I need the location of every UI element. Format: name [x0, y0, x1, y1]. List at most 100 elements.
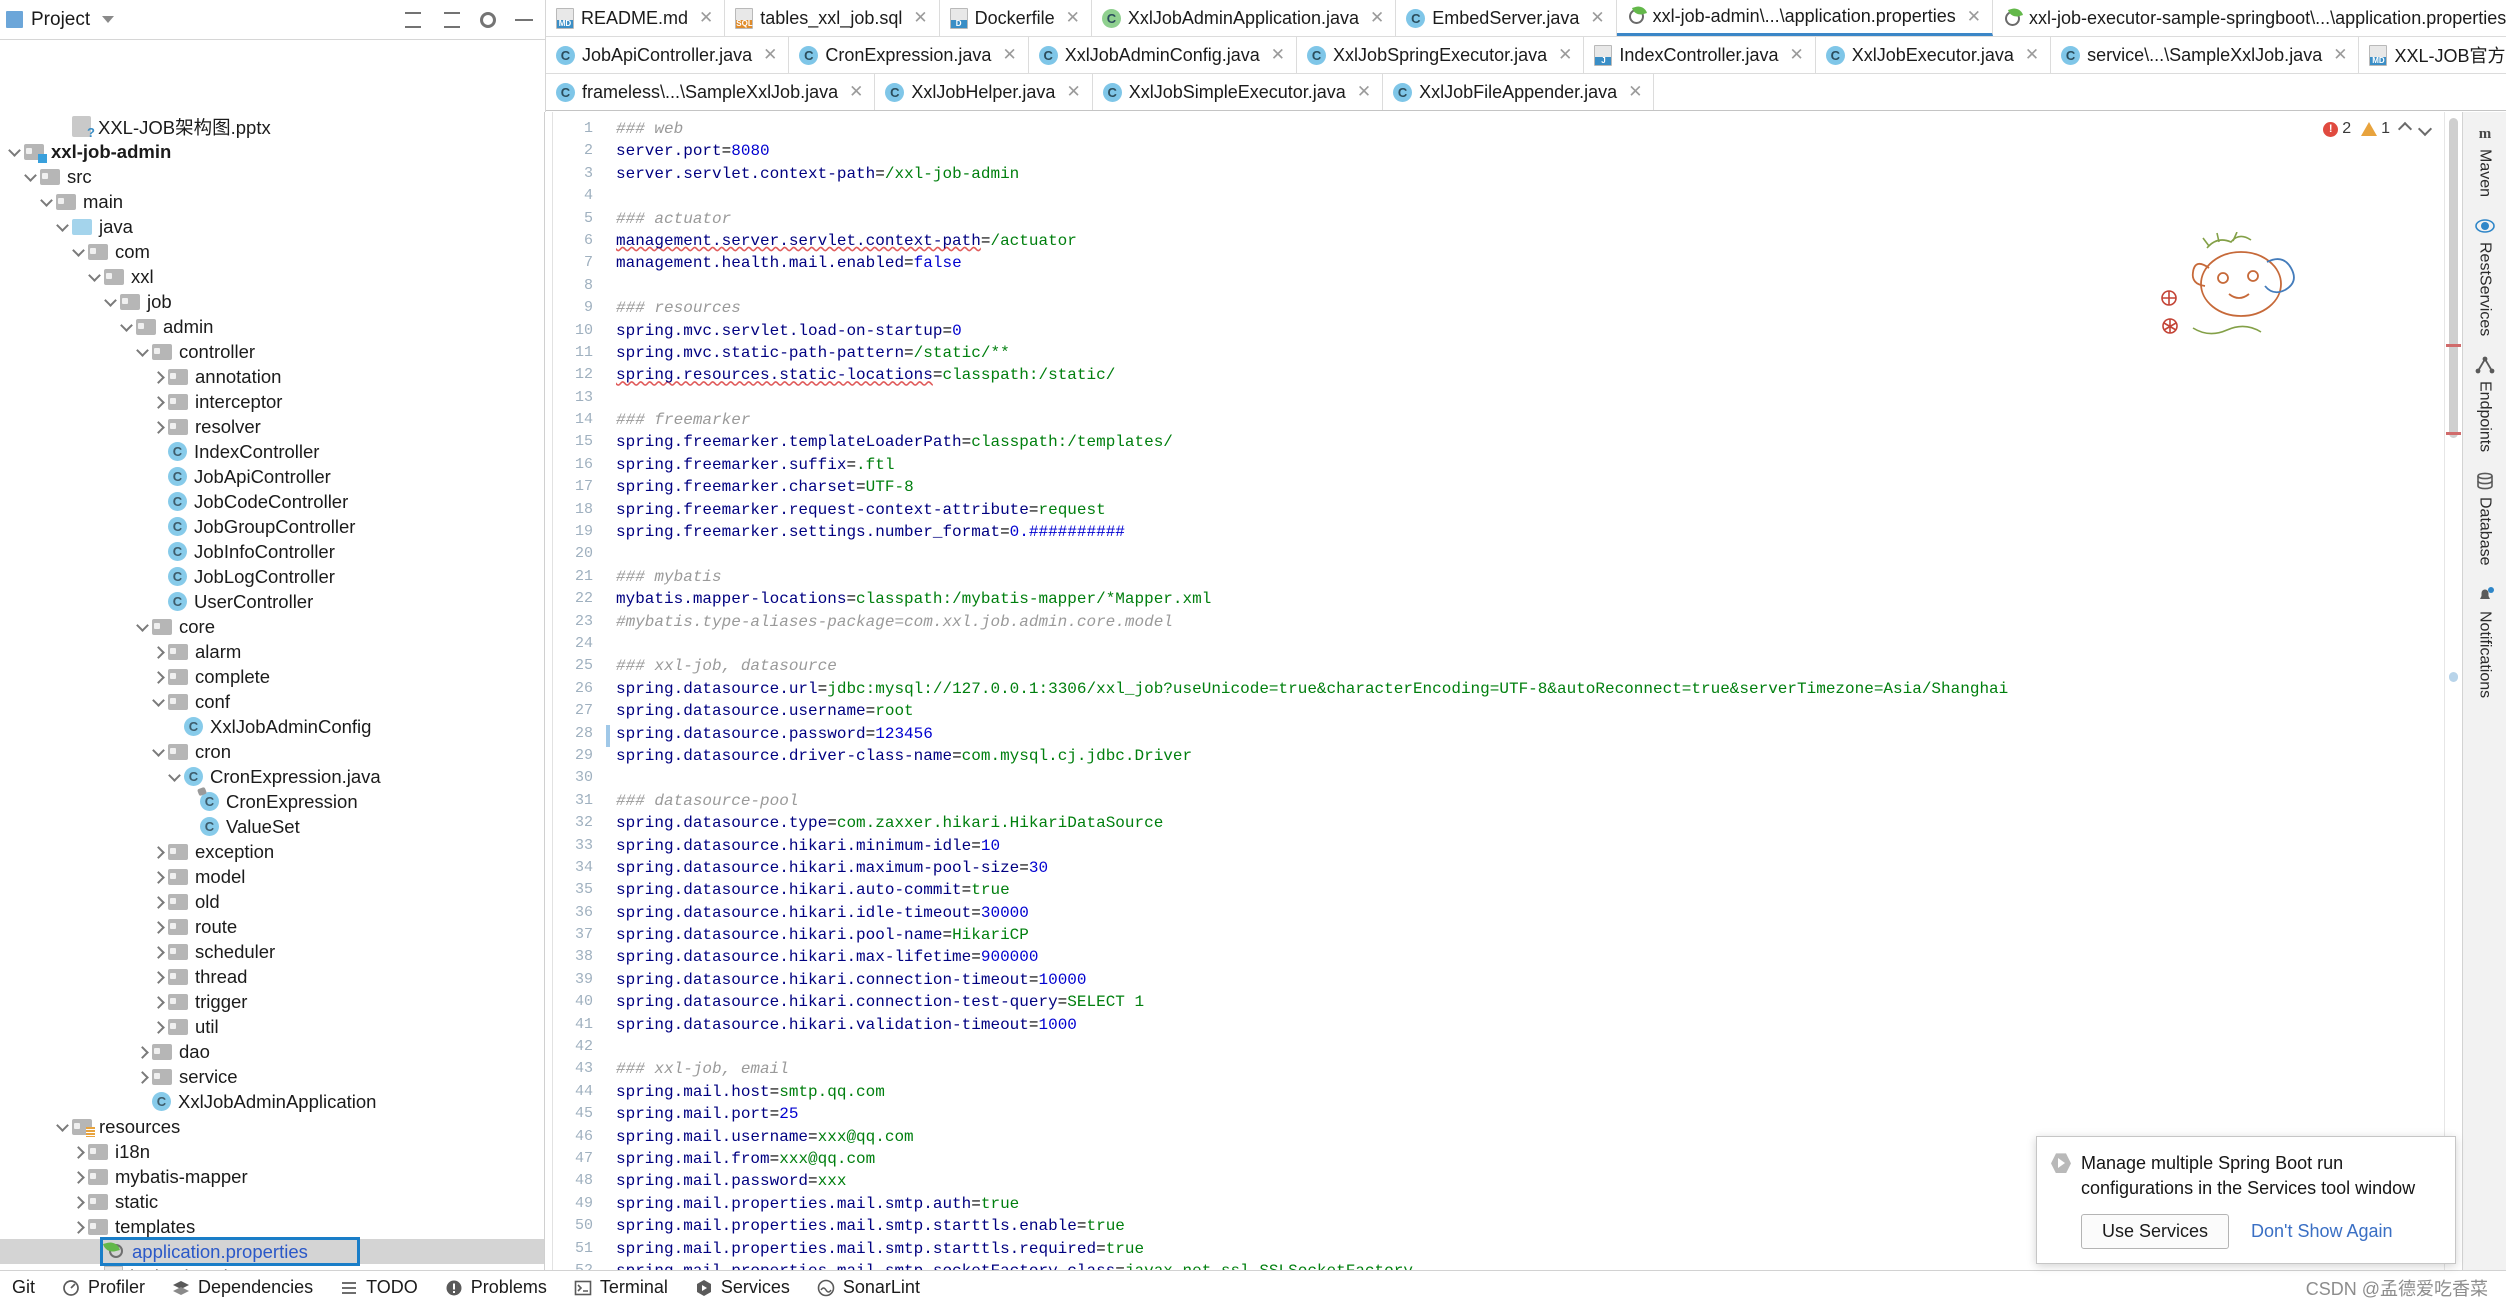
rail-item[interactable]: m Maven: [2474, 122, 2496, 197]
tree-item[interactable]: C JobApiController: [0, 464, 544, 489]
tree-item[interactable]: util: [0, 1014, 544, 1039]
tree-item[interactable]: C ValueSet: [0, 814, 544, 839]
editor-tab[interactable]: IndexController.java ✕: [1584, 37, 1816, 73]
code-line[interactable]: 21 ### mybatis: [553, 568, 2444, 590]
code-line[interactable]: 37 spring.datasource.hikari.pool-name=Hik…: [553, 926, 2444, 948]
tree-item[interactable]: annotation: [0, 364, 544, 389]
code-line[interactable]: 28 spring.datasource.password=123456: [553, 725, 2444, 747]
expand-all-icon[interactable]: [441, 9, 463, 31]
code-line[interactable]: 24: [553, 635, 2444, 657]
chevron-right-icon[interactable]: [150, 393, 168, 411]
chevron-right-icon[interactable]: [70, 1193, 88, 1211]
code-line[interactable]: 29 spring.datasource.driver-class-name=co…: [553, 747, 2444, 769]
chevron-down-icon[interactable]: [38, 193, 56, 211]
code-line[interactable]: 34 spring.datasource.hikari.maximum-pool-…: [553, 859, 2444, 881]
chevron-right-icon[interactable]: [150, 943, 168, 961]
tree-item[interactable]: C JobCodeController: [0, 489, 544, 514]
close-tab-icon[interactable]: ✕: [763, 45, 777, 65]
code-line[interactable]: 36 spring.datasource.hikari.idle-timeout=…: [553, 904, 2444, 926]
code-line[interactable]: 40 spring.datasource.hikari.connection-te…: [553, 993, 2444, 1015]
tree-item[interactable]: C CronExpression: [0, 789, 544, 814]
close-tab-icon[interactable]: ✕: [2333, 45, 2347, 65]
close-tab-icon[interactable]: ✕: [1558, 45, 1572, 65]
notification-popup[interactable]: Manage multiple Spring Boot run configur…: [2036, 1136, 2456, 1264]
inspection-widget[interactable]: ! 2 1: [2323, 120, 2433, 138]
editor-scrollbar[interactable]: [2444, 112, 2462, 1270]
tree-item[interactable]: C IndexController: [0, 439, 544, 464]
editor-tab[interactable]: Dockerfile ✕: [939, 0, 1092, 36]
tree-item[interactable]: src: [0, 164, 544, 189]
code-editor[interactable]: 1 ### web 2 server.port=8080 3 server.servlet…: [545, 112, 2444, 1270]
tree-item[interactable]: C JobInfoController: [0, 539, 544, 564]
tree-item[interactable]: C XxlJobAdminConfig: [0, 714, 544, 739]
tree-item[interactable]: xxl: [0, 264, 544, 289]
chevron-right-icon[interactable]: [134, 1068, 152, 1086]
tree-item[interactable]: interceptor: [0, 389, 544, 414]
chevron-down-icon[interactable]: [6, 143, 24, 161]
close-tab-icon[interactable]: ✕: [699, 8, 713, 28]
tree-item[interactable]: mybatis-mapper: [0, 1164, 544, 1189]
editor-tab[interactable]: C XxlJobAdminApplication.java ✕: [1091, 0, 1397, 36]
chevron-right-icon[interactable]: [150, 868, 168, 886]
tree-item[interactable]: resources: [0, 1114, 544, 1139]
dont-show-again-link[interactable]: Don't Show Again: [2251, 1221, 2393, 1242]
chevron-right-icon[interactable]: [150, 1018, 168, 1036]
editor-tab[interactable]: C XxlJobSpringExecutor.java ✕: [1297, 37, 1585, 73]
close-tab-icon[interactable]: ✕: [1002, 45, 1016, 65]
error-stripe-mark[interactable]: [2446, 344, 2461, 347]
tree-item[interactable]: conf: [0, 689, 544, 714]
code-line[interactable]: 39 spring.datasource.hikari.connection-ti…: [553, 971, 2444, 993]
tree-item[interactable]: exception: [0, 839, 544, 864]
error-badge[interactable]: ! 2: [2323, 120, 2351, 138]
close-tab-icon[interactable]: ✕: [1628, 82, 1642, 102]
editor-tab[interactable]: xxl-job-executor-sample-springboot\...\a…: [1993, 0, 2506, 36]
close-tab-icon[interactable]: ✕: [1066, 8, 1080, 28]
scrollbar-thumb[interactable]: [2449, 118, 2458, 438]
tree-item[interactable]: scheduler: [0, 939, 544, 964]
editor-tab[interactable]: C CronExpression.java ✕: [789, 37, 1029, 73]
chevron-right-icon[interactable]: [150, 968, 168, 986]
rail-item[interactable]: Notifications: [2474, 584, 2496, 698]
chevron-down-icon[interactable]: [134, 618, 152, 636]
tree-item[interactable]: trigger: [0, 989, 544, 1014]
chevron-right-icon[interactable]: [134, 1043, 152, 1061]
tree-item[interactable]: xxl-job-admin: [0, 139, 544, 164]
code-line[interactable]: 4: [553, 187, 2444, 209]
close-tab-icon[interactable]: ✕: [1790, 45, 1804, 65]
close-tab-icon[interactable]: ✕: [1357, 82, 1371, 102]
tree-item[interactable]: C XxlJobAdminApplication: [0, 1089, 544, 1114]
use-services-button[interactable]: Use Services: [2081, 1214, 2230, 1249]
chevron-right-icon[interactable]: [150, 918, 168, 936]
code-line[interactable]: 26 spring.datasource.url=jdbc:mysql://127…: [553, 680, 2444, 702]
chevron-down-icon[interactable]: [86, 268, 104, 286]
tree-item[interactable]: core: [0, 614, 544, 639]
status-bar-item[interactable]: Services: [694, 1277, 790, 1298]
editor-tab[interactable]: C XxlJobHelper.java ✕: [875, 74, 1093, 110]
collapse-all-icon[interactable]: [402, 9, 424, 31]
code-line[interactable]: 5 ### actuator: [553, 210, 2444, 232]
editor-tab[interactable]: Cservice\...\SampleXxlJob.java ✕: [2051, 37, 2360, 73]
chevron-right-icon[interactable]: [150, 893, 168, 911]
editor-tab[interactable]: Cframeless\...\SampleXxlJob.java ✕: [546, 74, 876, 110]
tree-item[interactable]: cron: [0, 739, 544, 764]
code-line[interactable]: 3 server.servlet.context-path=/xxl-job-ad…: [553, 165, 2444, 187]
status-bar-item[interactable]: Terminal: [573, 1277, 668, 1298]
tree-item[interactable]: admin: [0, 314, 544, 339]
chevron-right-icon[interactable]: [70, 1168, 88, 1186]
tree-item[interactable]: resolver: [0, 414, 544, 439]
chevron-down-icon[interactable]: [70, 243, 88, 261]
tree-item[interactable]: com: [0, 239, 544, 264]
code-line[interactable]: 30: [553, 769, 2444, 791]
tree-item[interactable]: C UserController: [0, 589, 544, 614]
code-line[interactable]: 1 ### web: [553, 120, 2444, 142]
rail-item[interactable]: Database: [2474, 470, 2496, 566]
tree-item[interactable]: alarm: [0, 639, 544, 664]
error-stripe-mark[interactable]: [2446, 432, 2461, 435]
tree-item[interactable]: logback.xml: [0, 1264, 544, 1270]
code-line[interactable]: 2 server.port=8080: [553, 142, 2444, 164]
tree-item[interactable]: static: [0, 1189, 544, 1214]
status-bar-item[interactable]: Problems: [444, 1277, 547, 1298]
code-line[interactable]: 15 spring.freemarker.templateLoaderPath=c…: [553, 433, 2444, 455]
close-tab-icon[interactable]: ✕: [849, 82, 863, 102]
chevron-right-icon[interactable]: [70, 1218, 88, 1236]
